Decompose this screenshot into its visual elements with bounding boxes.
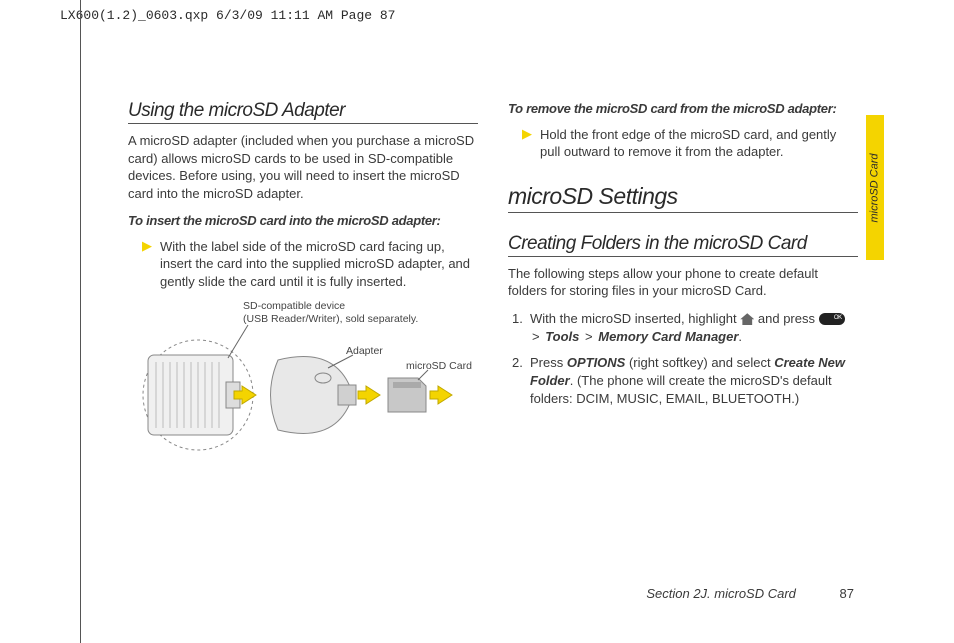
bullet-arrow-icon: ▶ <box>142 238 152 291</box>
step-1-tools: Tools <box>545 329 579 344</box>
step-1-text-a: With the microSD inserted, highlight <box>530 311 740 326</box>
diagram-label-adapter: Adapter <box>346 345 383 358</box>
margin-line <box>80 0 81 643</box>
gt-2: > <box>585 329 593 344</box>
left-column: Using the microSD Adapter A microSD adap… <box>128 100 478 470</box>
print-header: LX600(1.2)_0603.qxp 6/3/09 11:11 AM Page… <box>60 8 395 23</box>
side-tab: microSD Card <box>866 115 884 260</box>
subhead-insert: To insert the microSD card into the micr… <box>128 212 478 230</box>
footer-page-number: 87 <box>840 586 854 601</box>
right-column: To remove the microSD card from the micr… <box>508 100 858 470</box>
step-2-options: OPTIONS <box>567 355 626 370</box>
heading-using-adapter: Using the microSD Adapter <box>128 100 478 124</box>
step-2-text-c: (right softkey) and select <box>625 355 774 370</box>
diagram-label-device-1: SD-compatible device <box>243 300 345 313</box>
footer-section: Section 2J. microSD Card <box>646 586 796 601</box>
step-1-mcm: Memory Card Manager <box>598 329 738 344</box>
adapter-diagram: SD-compatible device (USB Reader/Writer)… <box>128 300 478 470</box>
subhead-remove: To remove the microSD card from the micr… <box>508 100 858 118</box>
heading-creating-folders: Creating Folders in the microSD Card <box>508 233 858 257</box>
step-2-text-e: . (The phone will create the microSD's d… <box>530 373 832 406</box>
step-1: With the microSD inserted, highlight and… <box>508 310 858 346</box>
para-folders-intro: The following steps allow your phone to … <box>508 265 858 300</box>
bullet-remove-text: Hold the front edge of the microSD card,… <box>540 126 858 161</box>
bullet-insert-step: ▶ With the label side of the microSD car… <box>128 238 478 291</box>
steps-list: With the microSD inserted, highlight and… <box>508 310 858 409</box>
gt-1: > <box>532 329 540 344</box>
diagram-label-microsd: microSD Card <box>406 360 472 373</box>
step-1-text-b: and press <box>758 311 819 326</box>
page-content: Using the microSD Adapter A microSD adap… <box>128 100 858 470</box>
home-icon <box>740 313 754 325</box>
step-2-text-a: Press <box>530 355 567 370</box>
side-tab-label: microSD Card <box>869 153 881 222</box>
para-adapter-intro: A microSD adapter (included when you pur… <box>128 132 478 202</box>
bullet-insert-text: With the label side of the microSD card … <box>160 238 478 291</box>
menu-ok-icon <box>819 313 845 325</box>
page-footer: Section 2J. microSD Card 87 <box>646 586 854 601</box>
bullet-arrow-icon: ▶ <box>522 126 532 161</box>
step-2: Press OPTIONS (right softkey) and select… <box>508 354 858 409</box>
diagram-label-device-2: (USB Reader/Writer), sold separately. <box>243 313 418 326</box>
bullet-remove-step: ▶ Hold the front edge of the microSD car… <box>508 126 858 161</box>
heading-microsd-settings: microSD Settings <box>508 183 858 213</box>
